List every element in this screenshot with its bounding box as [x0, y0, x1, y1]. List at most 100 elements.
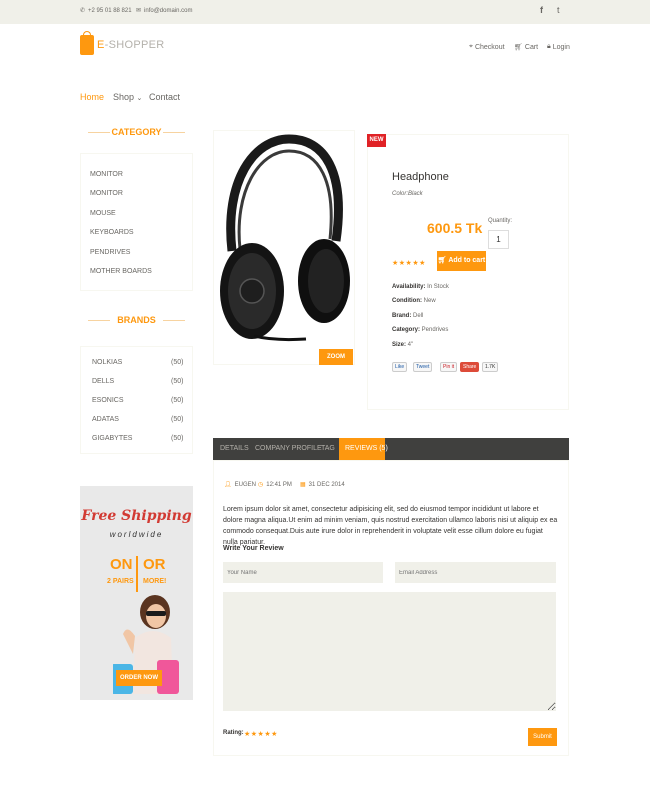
quantity-input[interactable]: 1: [488, 230, 509, 249]
phone-number: +2 95 01 88 821: [88, 7, 132, 14]
tab-tag[interactable]: TAG: [321, 445, 335, 452]
spec-value: 4": [406, 342, 414, 348]
brand-count: (50): [171, 378, 184, 385]
top-bar: ✆ +2 95 01 88 821 ✉ info@domain.com f t: [0, 0, 650, 24]
spec-value: New: [422, 298, 436, 304]
new-badge: NEW: [367, 134, 386, 147]
brand-item[interactable]: NOLKIAS: [92, 359, 122, 366]
free-shipping-ad[interactable]: Free Shipping worldwide ON OR 2 PAIRS MO…: [80, 486, 193, 700]
brand-count: (50): [171, 416, 184, 423]
brand-count: (50): [171, 359, 184, 366]
chevron-down-icon: ⌄: [136, 95, 143, 102]
order-now-button[interactable]: ORDER NOW: [116, 670, 162, 686]
spec-availability: Availability: In Stock: [392, 284, 449, 290]
cart-icon: 🛒︎: [514, 44, 523, 51]
category-item[interactable]: MOUSE: [90, 210, 116, 217]
ad-more: MORE!: [143, 578, 167, 585]
spec-label: Brand:: [392, 313, 412, 319]
phone-icon: ✆: [80, 8, 86, 14]
review-textarea[interactable]: [223, 592, 556, 711]
lock-icon: 🔒︎: [547, 43, 551, 50]
write-review-label: Write Your Review: [223, 545, 284, 552]
rating-stars: ★★★★★: [392, 260, 426, 267]
review-rating-stars[interactable]: ★★★★★: [244, 730, 278, 738]
nav-home[interactable]: Home: [80, 92, 104, 102]
quantity-label: Quantity:: [488, 218, 513, 224]
nav-shop-label: Shop: [113, 92, 135, 102]
brand-count: (50): [171, 397, 184, 404]
facebook-like-button[interactable]: Like: [392, 362, 408, 372]
crosshair-icon: ⌖: [469, 43, 473, 50]
email-input[interactable]: [395, 562, 556, 583]
spec-brand: Brand: Dell: [392, 313, 423, 319]
brand-item[interactable]: ESONICS: [92, 397, 124, 404]
checkout-label: Checkout: [474, 43, 505, 51]
spec-label: Category:: [392, 327, 421, 333]
category-item[interactable]: MONITOR: [90, 171, 123, 178]
nav-shop[interactable]: Shop ⌄: [113, 92, 142, 102]
product-image-frame: [213, 130, 355, 365]
email-address[interactable]: info@domain.com: [144, 8, 192, 14]
cart-link[interactable]: 🛒︎ Cart: [514, 43, 539, 52]
spec-value: In Stock: [425, 284, 449, 290]
ad-or: OR: [143, 556, 166, 573]
add-to-cart-button[interactable]: 🛒︎ Add to cart: [437, 251, 486, 271]
zoom-button[interactable]: ZOOM: [319, 349, 353, 365]
product-price: 600.5 Tk: [427, 220, 483, 236]
tab-company-profile[interactable]: COMPANY PROFILE: [255, 445, 322, 452]
ad-pairs: 2 PAIRS: [107, 578, 134, 585]
site-logo[interactable]: E-SHOPPER: [80, 31, 165, 55]
facebook-icon[interactable]: f: [540, 5, 543, 15]
category-item[interactable]: MOTHER BOARDS: [90, 268, 152, 275]
clock-icon: ◷: [258, 482, 264, 488]
spec-label: Size:: [392, 342, 407, 348]
review-author: 👤︎ EUGEN: [224, 481, 256, 489]
time-text: 12:41 PM: [266, 481, 292, 488]
logo-suffix: -SHOPPER: [104, 39, 165, 51]
email-info: ✉ info@domain.com: [136, 7, 192, 15]
brand-item[interactable]: DELLS: [92, 378, 114, 385]
cart-label: Cart: [524, 43, 539, 51]
user-icon: 👤︎: [224, 482, 232, 488]
brand-item[interactable]: ADATAS: [92, 416, 119, 423]
review-text: Lorem ipsum dolor sit amet, consectetur …: [223, 506, 558, 546]
pinterest-button[interactable]: Pin it: [440, 362, 458, 372]
tab-details[interactable]: DETAILS: [220, 445, 249, 452]
spec-condition: Condition: New: [392, 298, 436, 304]
brand-item[interactable]: GIGABYTES: [92, 435, 132, 442]
product-color: Color:Black: [392, 191, 423, 197]
login-link[interactable]: 🔒︎ Login: [547, 43, 570, 51]
review-time: ◷ 12:41 PM: [258, 481, 292, 489]
category-item[interactable]: MONITOR: [90, 190, 123, 197]
calendar-icon: ▦: [300, 482, 306, 488]
share-button[interactable]: Share: [460, 362, 480, 372]
phone-info: ✆ +2 95 01 88 821: [80, 7, 132, 15]
category-item[interactable]: PENDRIVES: [90, 249, 130, 256]
twitter-icon[interactable]: t: [557, 5, 560, 15]
ad-subtitle: worldwide: [109, 530, 164, 539]
logo-prefix: E: [97, 39, 105, 51]
name-input[interactable]: [223, 562, 383, 583]
spec-label: Availability:: [392, 284, 426, 290]
author-name: EUGEN: [234, 481, 256, 488]
product-name: Headphone: [392, 171, 449, 183]
tab-reviews[interactable]: REVIEWS (5): [345, 445, 388, 452]
submit-button[interactable]: Submit: [528, 728, 557, 746]
spec-value: Dell: [411, 313, 424, 319]
login-label: Login: [552, 43, 570, 51]
brands-title: BRANDS: [80, 315, 193, 325]
date-text: 31 DEC 2014: [308, 481, 345, 488]
checkout-link[interactable]: ⌖ Checkout: [469, 43, 505, 51]
spec-value: Pendrives: [420, 327, 449, 333]
ad-on: ON: [110, 556, 133, 573]
headphone-image: [220, 134, 350, 342]
tweet-button[interactable]: Tweet: [413, 362, 433, 372]
nav-contact[interactable]: Contact: [149, 92, 180, 102]
ad-divider: [136, 556, 138, 592]
cart-icon: 🛒︎: [437, 257, 447, 264]
add-to-cart-label: Add to cart: [448, 257, 486, 264]
review-date: ▦ 31 DEC 2014: [300, 481, 345, 489]
spec-size: Size: 4": [392, 342, 413, 348]
category-title: CATEGORY: [80, 127, 193, 137]
category-item[interactable]: KEYBOARDS: [90, 229, 134, 236]
